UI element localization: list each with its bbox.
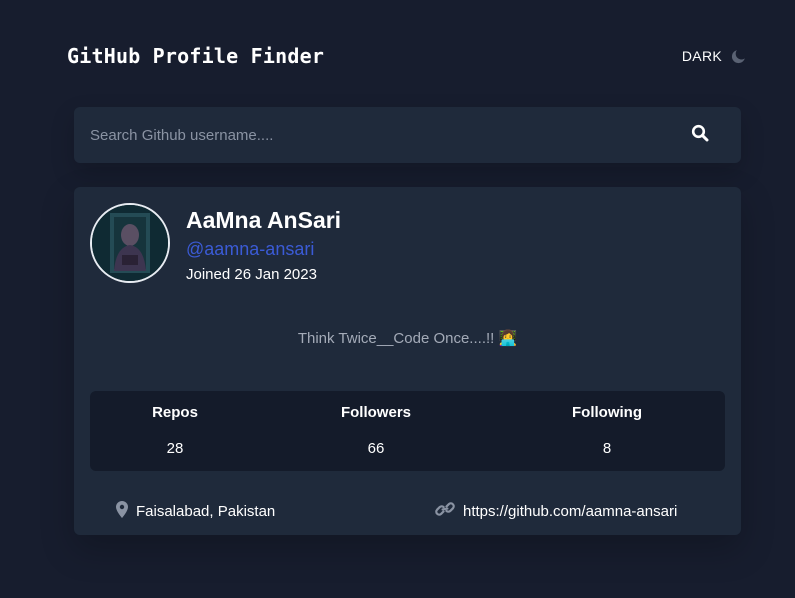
link-icon (435, 501, 455, 521)
stat-following: Following 8 (547, 391, 667, 457)
app-title: GitHub Profile Finder (67, 44, 325, 68)
theme-toggle[interactable]: DARK (682, 48, 746, 64)
search-button[interactable] (659, 107, 741, 163)
stat-label: Repos (152, 404, 198, 421)
joined-date: Joined 26 Jan 2023 (186, 266, 317, 283)
profile-card: AaMna AnSari @aamna-ansari Joined 26 Jan… (74, 187, 741, 535)
profile-username-link[interactable]: @aamna-ansari (186, 239, 314, 260)
stat-repos: Repos 28 (115, 391, 235, 457)
profile-name: AaMna AnSari (186, 207, 342, 233)
app-root: GitHub Profile Finder DARK Search Github… (0, 0, 795, 598)
search-icon (691, 124, 709, 147)
location-text: Faisalabad, Pakistan (136, 503, 276, 520)
location-pin-icon (116, 501, 128, 522)
stat-followers: Followers 66 (316, 391, 436, 457)
stat-value: 8 (602, 440, 612, 457)
avatar (90, 203, 170, 283)
search-bar (74, 107, 741, 163)
theme-label: DARK (681, 48, 722, 64)
location-info: Faisalabad, Pakistan (116, 501, 275, 522)
stat-label: Following (572, 404, 642, 421)
stat-value: 28 (166, 440, 184, 457)
search-input[interactable] (74, 107, 659, 163)
stat-value: 66 (367, 440, 385, 457)
header: GitHub Profile Finder DARK (67, 40, 747, 72)
stat-label: Followers (340, 404, 411, 421)
moon-icon (731, 48, 746, 64)
stats-panel: Repos 28 Followers 66 Following 8 (90, 391, 725, 471)
blog-link[interactable]: https://github.com/aamna-ansari (463, 503, 677, 520)
blog-info: https://github.com/aamna-ansari (435, 501, 677, 521)
profile-bio: Think Twice__Code Once....!! 👩‍💻 (297, 330, 518, 347)
